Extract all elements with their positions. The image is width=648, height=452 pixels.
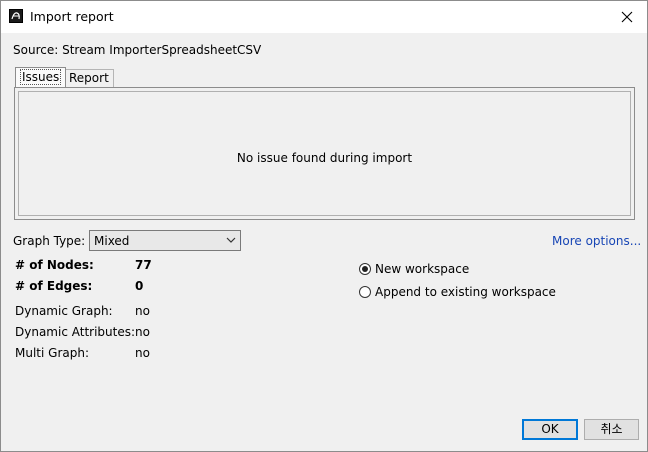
close-button[interactable]: [607, 1, 647, 33]
ok-button[interactable]: OK: [522, 419, 578, 440]
cancel-button[interactable]: 취소: [584, 419, 639, 440]
graph-type-select[interactable]: Mixed: [89, 230, 241, 251]
no-issue-message: No issue found during import: [236, 151, 413, 165]
chevron-down-icon: [226, 237, 236, 243]
edges-label: # of Edges:: [15, 279, 93, 293]
app-logo-icon: [9, 9, 23, 23]
edges-value: 0: [135, 279, 144, 293]
append-workspace-radio[interactable]: [359, 286, 371, 298]
dynamic-attributes-value: no: [135, 325, 150, 339]
tab-issues-label: Issues: [20, 69, 62, 85]
window-title: Import report: [30, 9, 114, 24]
close-icon: [621, 11, 633, 23]
more-options-link[interactable]: More options...: [552, 234, 641, 248]
issues-list: No issue found during import: [18, 91, 631, 216]
tab-issues[interactable]: Issues: [15, 67, 67, 87]
title-bar: Import report: [1, 1, 647, 33]
new-workspace-label[interactable]: New workspace: [375, 262, 469, 276]
import-report-dialog: Import report Source: Stream ImporterSpr…: [0, 0, 648, 452]
radio-selected-dot: [362, 266, 368, 272]
dynamic-attributes-label: Dynamic Attributes:: [15, 325, 136, 339]
multi-graph-label: Multi Graph:: [15, 346, 89, 360]
multi-graph-value: no: [135, 346, 150, 360]
append-workspace-label[interactable]: Append to existing workspace: [375, 285, 556, 299]
nodes-value: 77: [135, 258, 152, 272]
tab-report-label: Report: [69, 71, 109, 85]
tab-report[interactable]: Report: [64, 69, 114, 87]
source-label: Source: Stream ImporterSpreadsheetCSV: [13, 43, 262, 57]
nodes-label: # of Nodes:: [15, 258, 94, 272]
new-workspace-radio[interactable]: [359, 263, 371, 275]
graph-type-label: Graph Type:: [13, 234, 86, 248]
graph-type-value: Mixed: [94, 234, 130, 248]
issues-panel: No issue found during import: [14, 87, 635, 220]
dynamic-graph-label: Dynamic Graph:: [15, 304, 113, 318]
dynamic-graph-value: no: [135, 304, 150, 318]
